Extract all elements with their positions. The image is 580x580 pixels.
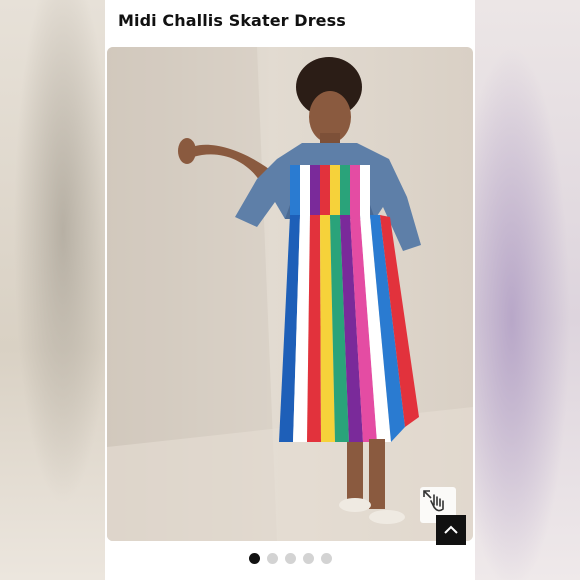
blurred-background-right [475,0,580,580]
carousel-dot-3[interactable] [284,553,296,564]
carousel-dot-1[interactable] [248,553,260,564]
carousel-dots [105,553,475,565]
blurred-background-left [0,0,105,580]
carousel-dot-2[interactable] [266,553,278,564]
chevron-up-icon [444,525,458,534]
model-illustration [107,47,473,541]
product-title: Midi Challis Skater Dress [118,11,346,30]
carousel-dot-4[interactable] [302,553,314,564]
carousel-dot-5[interactable] [320,553,332,564]
expand-hand-icon [423,490,444,512]
scroll-top-button[interactable] [436,515,466,545]
product-photo[interactable] [107,47,473,541]
product-card: Midi Challis Skater Dress [105,0,475,580]
